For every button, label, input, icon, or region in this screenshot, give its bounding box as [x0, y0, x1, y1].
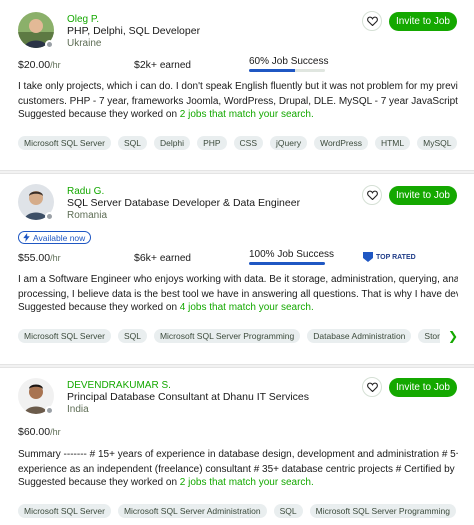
description-line: experience as an independent (freelance)… [18, 464, 458, 475]
suggestion-prefix: Suggested because they worked on [18, 109, 180, 120]
top-rated-badge: TOP RATED [363, 252, 416, 262]
freelancer-card[interactable]: Oleg P. PHP, Delphi, SQL Developer Ukrai… [0, 0, 474, 170]
skill-chip[interactable]: SQL [117, 329, 147, 343]
freelancer-name[interactable]: Oleg P. [67, 14, 99, 25]
description-line: I take only projects, which i can do. I … [18, 81, 458, 92]
offline-status-dot [45, 406, 54, 415]
skill-chip[interactable]: Microsoft SQL Server [18, 504, 111, 518]
available-now-badge: Available now [18, 231, 92, 244]
heart-icon [366, 16, 378, 26]
skill-chip[interactable]: Stored Procedur [418, 329, 440, 343]
skills-list: Microsoft SQL Server SQL Delphi PHP CSS jQuer… [18, 136, 458, 150]
freelancer-card[interactable]: Radu G. SQL Server Database Developer & … [0, 174, 474, 364]
matching-jobs-link[interactable]: 2 jobs that match your search. [180, 109, 314, 120]
chevron-right-icon[interactable]: ❯ [448, 329, 458, 343]
skill-chip[interactable]: Microsoft SQL Server Programming [153, 329, 301, 343]
top-rated-label: TOP RATED [376, 253, 416, 261]
skill-chip[interactable]: Delphi [153, 136, 191, 150]
description-line: processing, I believe data is the best t… [18, 289, 458, 300]
earned-unit: earned [157, 253, 191, 264]
total-earned: $2k+ earned [134, 59, 191, 71]
invite-to-job-button[interactable]: Invite to Job [389, 186, 457, 205]
freelancer-description[interactable]: I take only projects, which i can do. I … [18, 79, 458, 109]
freelancer-description[interactable]: I am a Software Engineer who enjoys work… [18, 272, 458, 302]
freelancer-country: India [67, 404, 89, 415]
skill-chip[interactable]: jQuery [270, 136, 308, 150]
lightning-icon [23, 233, 30, 242]
rate-unit: /hr [50, 427, 61, 437]
freelancer-card[interactable]: DEVENDRAKUMAR S. Principal Database Cons… [0, 368, 474, 525]
suggestion-text: Suggested because they worked on 2 jobs … [18, 109, 314, 120]
skills-list: Microsoft SQL Server SQL Microsoft SQL Ser… [18, 329, 440, 343]
job-success-fill [249, 262, 325, 265]
job-success-bar [249, 262, 325, 265]
rate-unit: /hr [50, 253, 61, 263]
suggestion-text: Suggested because they worked on 4 jobs … [18, 302, 314, 313]
skill-chip[interactable]: PHP [197, 136, 227, 150]
skill-chip[interactable]: CSS [233, 136, 264, 150]
freelancer-country: Romania [67, 210, 108, 221]
skill-chip[interactable]: MySQL [417, 136, 458, 150]
heart-icon [366, 190, 378, 200]
matching-jobs-link[interactable]: 4 jobs that match your search. [180, 302, 314, 313]
freelancer-name[interactable]: DEVENDRAKUMAR S. [67, 380, 171, 391]
invite-to-job-button[interactable]: Invite to Job [389, 378, 457, 397]
job-success-fill [249, 69, 295, 72]
freelancer-title: PHP, Delphi, SQL Developer [67, 25, 201, 37]
suggestion-prefix: Suggested because they worked on [18, 302, 180, 313]
rate-value: $20.00 [18, 59, 51, 71]
earned-value: $2k+ [134, 59, 158, 71]
skill-chip[interactable]: Microsoft SQL Server [18, 329, 111, 343]
heart-icon [366, 382, 378, 392]
offline-status-dot [45, 212, 54, 221]
skill-chip[interactable]: HTML [374, 136, 411, 150]
earned-value: $6k+ [134, 252, 158, 264]
top-rated-icon [363, 252, 373, 262]
job-success-label: 60% Job Success [249, 56, 329, 67]
earned-unit: earned [157, 60, 191, 71]
save-freelancer-button[interactable] [362, 377, 382, 397]
skill-chip[interactable]: Database Administration [307, 329, 412, 343]
hourly-rate: $60.00/hr [18, 426, 61, 438]
save-freelancer-button[interactable] [362, 185, 382, 205]
freelancer-title: Principal Database Consultant at Dhanu I… [67, 391, 310, 403]
description-line: I am a Software Engineer who enjoys work… [18, 274, 458, 285]
rate-value: $55.00 [18, 252, 51, 264]
rate-value: $60.00 [18, 426, 51, 438]
job-success-label: 100% Job Success [249, 249, 335, 260]
skill-chip[interactable]: Microsoft SQL Server [18, 136, 111, 150]
hourly-rate: $55.00/hr [18, 252, 61, 264]
invite-to-job-button[interactable]: Invite to Job [389, 12, 457, 31]
suggestion-prefix: Suggested because they worked on [18, 477, 180, 488]
matching-jobs-link[interactable]: 2 jobs that match your search. [180, 477, 314, 488]
suggestion-text: Suggested because they worked on 2 jobs … [18, 477, 314, 488]
skill-chip[interactable]: SQL [117, 136, 147, 150]
description-line: Summary ------- # 15+ years of experienc… [18, 449, 458, 460]
freelancer-country: Ukraine [67, 38, 102, 49]
save-freelancer-button[interactable] [362, 11, 382, 31]
skill-chip[interactable]: WordPress [314, 136, 368, 150]
skill-chip[interactable]: Microsoft SQL Server Administration [117, 504, 267, 518]
skill-chip[interactable]: SQL [273, 504, 303, 518]
skills-list: Microsoft SQL Server Microsoft SQL Server… [18, 504, 458, 518]
job-success-bar [249, 69, 325, 72]
available-label: Available now [33, 232, 86, 243]
freelancer-name[interactable]: Radu G. [67, 186, 104, 197]
description-line: customers. PHP - 7 year, frameworks Joom… [18, 96, 458, 107]
offline-status-dot [45, 40, 54, 49]
freelancer-title: SQL Server Database Developer & Data Eng… [67, 197, 301, 209]
rate-unit: /hr [50, 60, 61, 70]
hourly-rate: $20.00/hr [18, 59, 61, 71]
total-earned: $6k+ earned [134, 252, 191, 264]
freelancer-description[interactable]: Summary ------- # 15+ years of experienc… [18, 447, 458, 477]
skill-chip[interactable]: Microsoft SQL Server Programming [309, 504, 456, 518]
